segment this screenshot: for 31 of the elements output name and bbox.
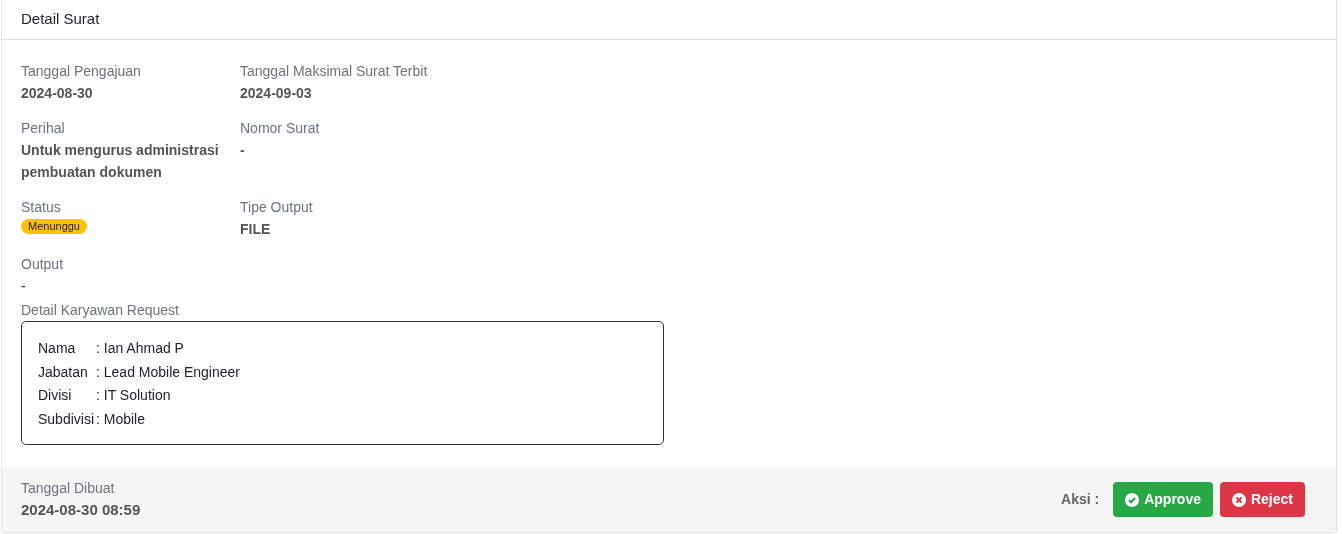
reject-button[interactable]: Reject [1219,482,1305,517]
field-label: Status [21,198,61,217]
employee-label: Divisi [38,386,73,405]
close-circle-icon [1231,492,1246,507]
field-value: - [21,277,26,296]
employee-label: Jabatan [38,362,89,382]
section-label: Detail Karyawan Request [21,301,180,320]
field-label: Perihal [21,119,65,138]
employee-value: : IT Solution [96,386,172,405]
approve-button[interactable]: Approve [1113,482,1213,517]
field-label: Tanggal Maksimal Surat Terbit [240,62,428,81]
footer-label: Tanggal Dibuat [21,479,116,498]
field-value: 2024-09-03 [240,84,313,103]
employee-value: : Ian Ahmad P [96,339,185,358]
field-value: - [240,141,246,160]
employee-value: : Mobile [96,409,147,429]
employee-value: : Lead Mobile Engineer [96,362,240,382]
footer-value: 2024-08-30 08:59 [21,500,141,520]
actions-label: Aksi : [1061,490,1100,509]
field-value: Untuk mengurus administrasi pembuatan dokumen [21,141,220,182]
employee-label: Nama [38,339,77,358]
employee-label: Subdivisi [38,409,96,429]
field-value: 2024-08-30 [21,84,94,103]
card-title: Detail Surat [21,9,100,30]
field-label: Output [21,255,64,274]
field-value: FILE [240,220,272,239]
status-badge: Menunggu [21,219,87,234]
field-label: Tipe Output [240,198,313,217]
field-label: Nomor Surat [240,119,320,138]
field-label: Tanggal Pengajuan [21,62,141,81]
check-circle-icon [1125,492,1140,507]
